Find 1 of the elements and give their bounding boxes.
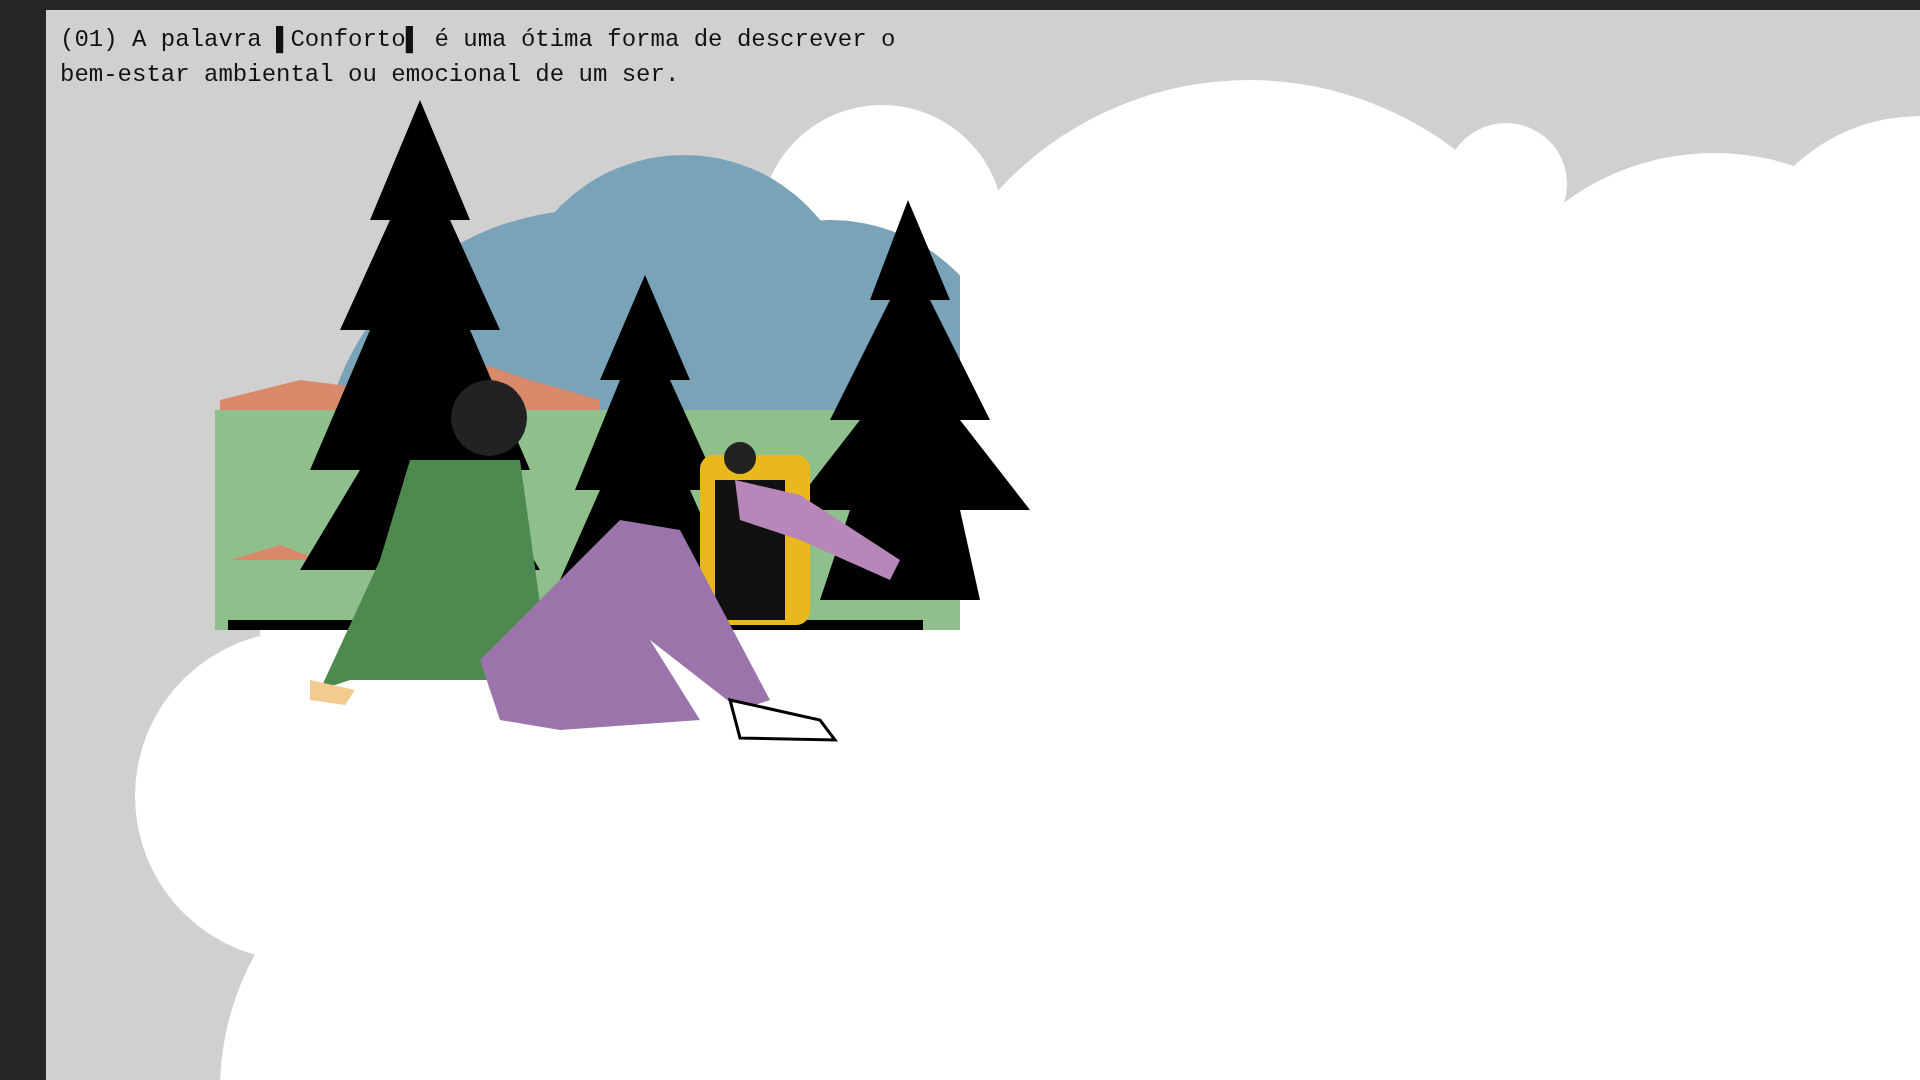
question-text: (01) A palavra ▌Conforto▌ é uma ótima forma de descrever o bem-estar ambiental ou emocional de um ser. [60,25,897,90]
